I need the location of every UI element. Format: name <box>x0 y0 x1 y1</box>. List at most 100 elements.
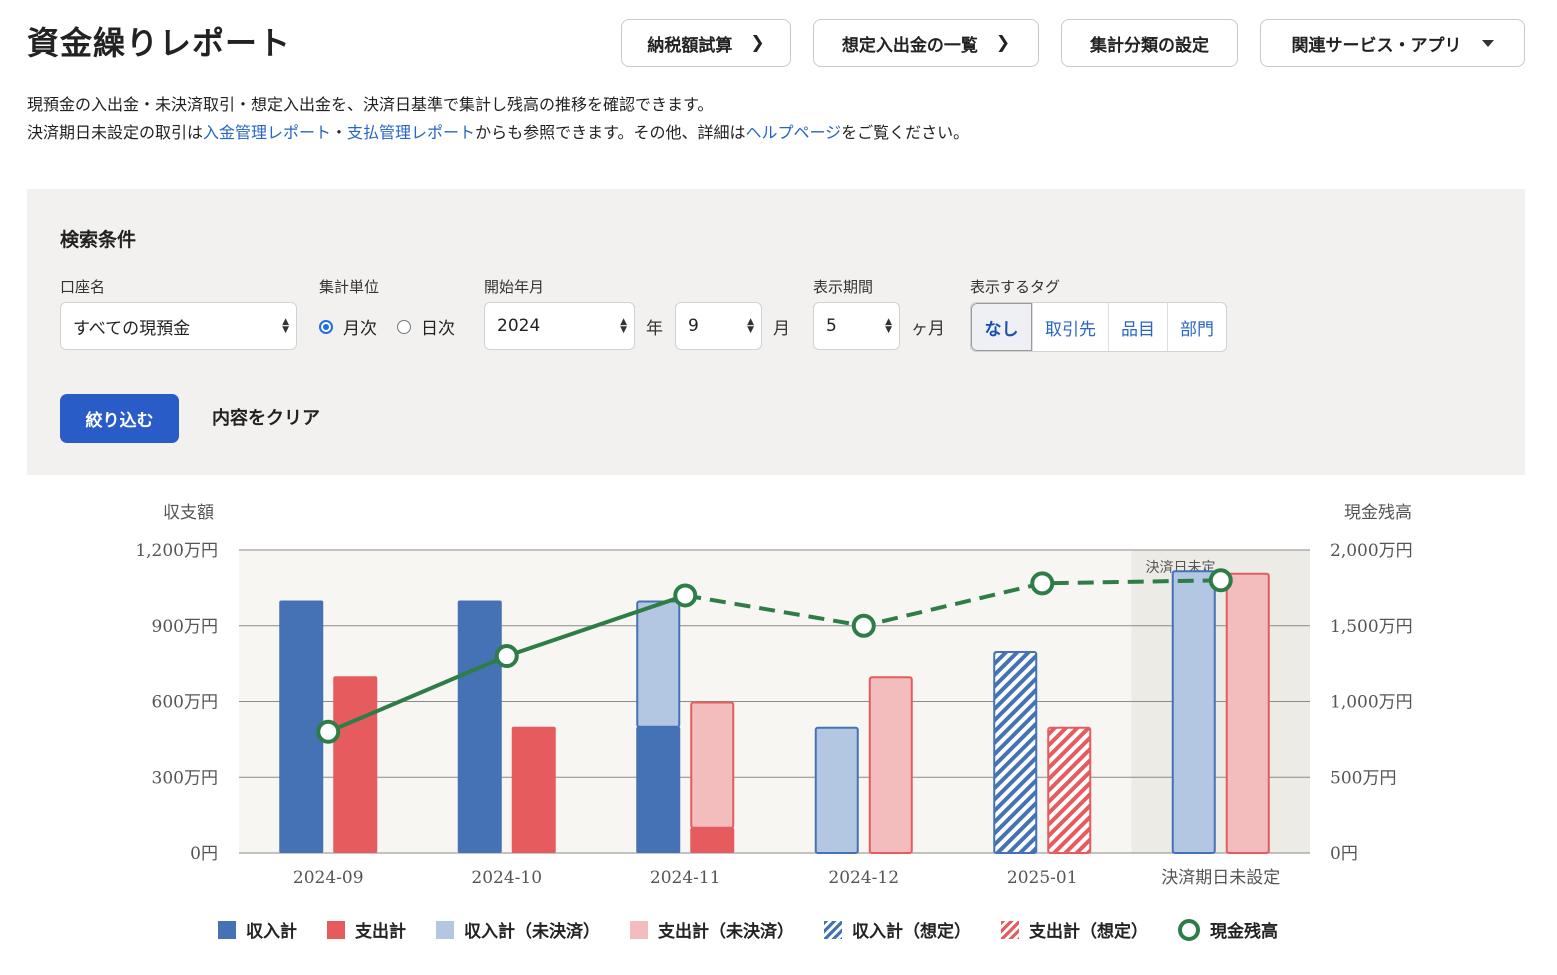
caret-down-icon <box>1481 39 1494 47</box>
page-title: 資金繰りレポート <box>27 24 292 62</box>
tag-segmented-control: なし 取引先 品目 部門 <box>970 302 1227 352</box>
bar-income-unsettled <box>1171 570 1216 854</box>
x-tick-label: 2024-09 <box>293 868 364 888</box>
legend-item-expense-unsettled: 支出計（未決済） <box>630 917 794 942</box>
legend-swatch-expense-expected <box>1001 920 1019 939</box>
unit-label: 集計単位 <box>319 278 380 296</box>
x-tick-label: 2024-11 <box>650 868 721 888</box>
bar-expense <box>690 827 735 853</box>
tags-label: 表示するタグ <box>970 278 1061 296</box>
legend-swatch-income-expected <box>824 920 842 939</box>
help-page-link[interactable]: ヘルプページ <box>745 123 841 142</box>
left-tick-label: 300万円 <box>152 768 218 788</box>
bar-expense-unsettled <box>690 701 735 829</box>
related-services-dropdown[interactable]: 関連サービス・アプリ <box>1260 19 1525 67</box>
select-arrows-icon: ▲ ▼ <box>885 317 892 335</box>
filter-button[interactable]: 絞り込む <box>60 394 179 443</box>
start-year-select[interactable]: 2024 ▲ ▼ <box>484 302 635 350</box>
legend-item-income-expected: 収入計（想定） <box>824 917 971 942</box>
income-report-link[interactable]: 入金管理レポート <box>203 123 331 142</box>
select-arrows-icon: ▲ ▼ <box>620 317 627 335</box>
bar-income-expected <box>993 651 1038 854</box>
legend-item-balance: 現金残高 <box>1178 917 1278 942</box>
tax-estimate-button[interactable]: 納税額試算 ❯ <box>621 19 791 67</box>
tag-section-button[interactable]: 部門 <box>1167 303 1226 351</box>
page-description: 現預金の入出金・未決済取引・想定入出金を、決済日基準で集計し残高の推移を確認でき… <box>27 91 969 147</box>
start-year-value: 2024 <box>497 316 541 336</box>
search-panel-title: 検索条件 <box>60 229 137 251</box>
month-unit: 月 <box>773 319 790 339</box>
right-tick-label: 1,000万円 <box>1330 693 1413 713</box>
start-month-value: 9 <box>688 316 699 336</box>
year-unit: 年 <box>646 319 663 339</box>
legend-item-income-unsettled: 収入計（未決済） <box>436 917 600 942</box>
bar-expense-unsettled <box>1225 572 1270 854</box>
payment-report-link[interactable]: 支払管理レポート <box>347 123 475 142</box>
expected-transactions-label: 想定入出金の一覧 <box>841 35 978 56</box>
legend-swatch-expense <box>327 920 345 939</box>
chevron-right-icon: ❯ <box>750 33 765 53</box>
clear-button[interactable]: 内容をクリア <box>212 404 320 430</box>
legend-label-income-unsettled: 収入計（未決済） <box>464 922 600 942</box>
x-tick-label: 2024-12 <box>828 868 899 888</box>
period-unit: ヶ月 <box>911 319 945 339</box>
radio-unchecked-icon <box>397 319 411 334</box>
tag-none-button[interactable]: なし <box>971 303 1032 351</box>
tag-partner-button[interactable]: 取引先 <box>1032 303 1108 351</box>
legend-item-expense-expected: 支出計（想定） <box>1001 917 1148 942</box>
unit-daily-radio[interactable]: 日次 <box>397 314 455 339</box>
legend-swatch-income-unsettled <box>436 920 454 939</box>
legend-item-income: 収入計 <box>218 917 297 942</box>
left-tick-label: 0円 <box>190 844 218 864</box>
account-select[interactable]: すべての現預金 ▲ ▼ <box>60 302 297 350</box>
chevron-right-icon: ❯ <box>995 33 1011 53</box>
category-settings-button[interactable]: 集計分類の設定 <box>1061 19 1238 67</box>
account-select-value: すべての現預金 <box>73 318 191 339</box>
bar-expense-expected <box>1047 726 1092 854</box>
left-tick-label: 1,200万円 <box>135 541 218 561</box>
legend-label-expense-expected: 支出計（想定） <box>1029 922 1148 942</box>
legend-label-income: 収入計 <box>246 922 297 942</box>
bar-income <box>636 726 681 853</box>
legend-label-expense: 支出計 <box>355 922 406 942</box>
x-tick-label: 2025-01 <box>1007 868 1078 888</box>
left-axis-title: 収支額 <box>163 503 214 523</box>
legend-marker-balance <box>1178 918 1200 941</box>
tax-estimate-label: 納税額試算 <box>647 35 733 56</box>
description-separator: ・ <box>331 123 348 142</box>
category-settings-label: 集計分類の設定 <box>1090 35 1209 56</box>
right-axis-title: 現金残高 <box>1344 503 1412 523</box>
bar-expense <box>333 676 378 853</box>
description-line-1: 現預金の入出金・未決済取引・想定入出金を、決済日基準で集計し残高の推移を確認でき… <box>27 95 714 114</box>
bar-income-unsettled <box>814 726 859 854</box>
bar-expense <box>511 726 556 853</box>
chart-legend: 収入計 支出計 収入計（未決済） 支出計（未決済） 収入計（想定） 支出計（想定… <box>218 917 1308 942</box>
period-value: 5 <box>826 316 837 336</box>
right-tick-label: 0円 <box>1330 844 1358 864</box>
bar-income <box>457 600 502 853</box>
right-tick-label: 1,500万円 <box>1330 617 1413 637</box>
bar-income-unsettled <box>636 600 681 728</box>
related-services-label: 関連サービス・アプリ <box>1291 35 1462 56</box>
start-month-select[interactable]: 9 ▲ ▼ <box>675 302 762 350</box>
period-label: 表示期間 <box>813 278 874 296</box>
unit-daily-label: 日次 <box>421 319 455 339</box>
tag-item-button[interactable]: 品目 <box>1108 303 1167 351</box>
legend-label-income-expected: 収入計（想定） <box>852 922 971 942</box>
legend-swatch-expense-unsettled <box>630 920 648 939</box>
period-select[interactable]: 5 ▲ ▼ <box>813 302 900 350</box>
balance-point <box>851 613 876 638</box>
unit-monthly-radio[interactable]: 月次 <box>319 314 377 339</box>
expected-transactions-button[interactable]: 想定入出金の一覧 ❯ <box>813 19 1039 67</box>
search-panel: 検索条件 口座名 すべての現預金 ▲ ▼ 集計単位 月次 日次 開始年月 2024… <box>27 189 1525 475</box>
description-text-b: からも参照できます。その他、詳細は <box>475 123 746 142</box>
balance-point <box>1030 571 1055 596</box>
description-text-c: をご覧ください。 <box>841 123 970 142</box>
description-text-a: 決済期日未設定の取引は <box>27 123 204 142</box>
bar-income <box>279 600 324 853</box>
balance-point <box>316 719 341 744</box>
right-tick-label: 500万円 <box>1330 768 1396 788</box>
x-tick-label: 決済期日未設定 <box>1161 868 1280 888</box>
account-label: 口座名 <box>60 278 106 296</box>
start-label: 開始年月 <box>484 278 545 296</box>
